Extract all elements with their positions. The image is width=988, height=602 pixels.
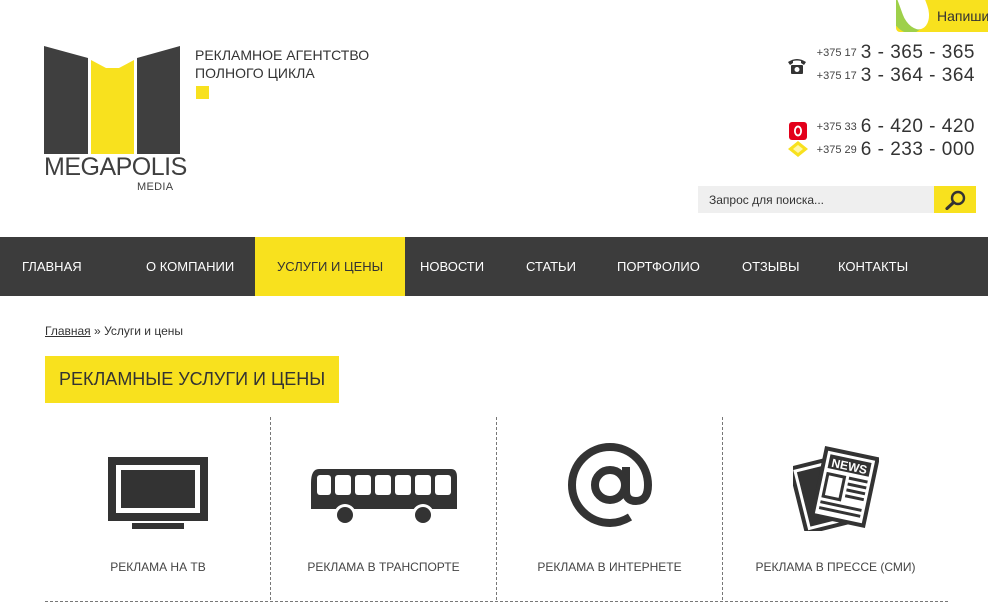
tv-icon [108, 457, 208, 529]
nav-item-about[interactable]: О компании [124, 237, 256, 296]
nav-item-portfolio[interactable]: Портфолио [595, 237, 722, 296]
breadcrumb: Главная » Услуги и цены [45, 324, 183, 338]
search-input[interactable] [698, 186, 934, 213]
tagline-line-2: полного цикла [195, 65, 315, 81]
phone-code: +375 29 [816, 144, 857, 156]
write-us-label: Напиши [937, 8, 988, 24]
breadcrumb-home-link[interactable]: Главная [45, 324, 91, 338]
search-form [698, 186, 976, 213]
nav-item-articles[interactable]: Статьи [504, 237, 598, 296]
service-label: Реклама в транспорте [307, 560, 460, 574]
nav-item-contacts[interactable]: Контакты [816, 237, 930, 296]
logo-mark-icon [44, 46, 180, 154]
tagline: Рекламное агентство полного цикла [195, 46, 369, 82]
velcom-operator-icon [786, 140, 810, 163]
phone-row-4[interactable]: +375 29 6 - 233 - 000 [817, 139, 975, 161]
service-label: Реклама в интернете [537, 560, 682, 574]
phone-number: 3 - 365 - 365 [860, 42, 975, 63]
nav-item-home[interactable]: Главная [0, 237, 104, 296]
service-tv[interactable]: Реклама на ТВ [45, 417, 271, 600]
service-internet[interactable]: Реклама в интернете [496, 417, 722, 600]
phone-number: 6 - 420 - 420 [860, 116, 975, 137]
logo-sub-text: MEDIA [137, 181, 174, 193]
nav-item-services[interactable]: Услуги и цены [255, 237, 406, 296]
nav-item-news[interactable]: Новости [398, 237, 506, 296]
service-label: Реклама на ТВ [110, 560, 206, 574]
at-sign-icon [567, 443, 652, 528]
page-title: Рекламные услуги и цены [45, 356, 340, 403]
breadcrumb-separator: » [94, 324, 101, 338]
phone-row-3[interactable]: +375 33 6 - 420 - 420 [817, 116, 975, 138]
phone-row-2[interactable]: +375 17 3 - 364 - 364 [817, 65, 975, 87]
magnifier-icon [945, 190, 966, 210]
logo[interactable]: MEGAPOLIS MEDIA [44, 46, 187, 196]
bus-icon [310, 469, 457, 526]
service-transport[interactable]: Реклама в транспорте [270, 417, 496, 600]
tagline-line-1: Рекламное агентство [195, 47, 370, 63]
phone-code: +375 17 [816, 70, 857, 82]
logo-brand-text: MEGAPOLIS [44, 153, 187, 181]
nav-item-reviews[interactable]: Отзывы [720, 237, 821, 296]
breadcrumb-current: Услуги и цены [104, 324, 183, 338]
phone-number: 6 - 233 - 000 [860, 139, 975, 160]
main-nav: Главная О компании Услуги и цены Новости… [0, 237, 988, 296]
phone-number: 3 - 364 - 364 [860, 65, 975, 86]
service-press[interactable]: NEWS Реклама в прессе (СМИ) [722, 417, 948, 600]
services-grid: Реклама на ТВ Реклама в транспорте [45, 417, 948, 602]
search-button[interactable] [934, 186, 976, 213]
service-label: Реклама в прессе (СМИ) [755, 560, 916, 574]
newspaper-icon: NEWS [792, 445, 879, 531]
landline-phone-icon [787, 57, 807, 80]
phone-code: +375 33 [816, 121, 857, 133]
tagline-square [196, 86, 209, 99]
phone-code: +375 17 [816, 47, 857, 59]
phone-row-1[interactable]: +375 17 3 - 365 - 365 [817, 42, 975, 64]
write-us-tab[interactable]: Напиши [896, 0, 988, 32]
